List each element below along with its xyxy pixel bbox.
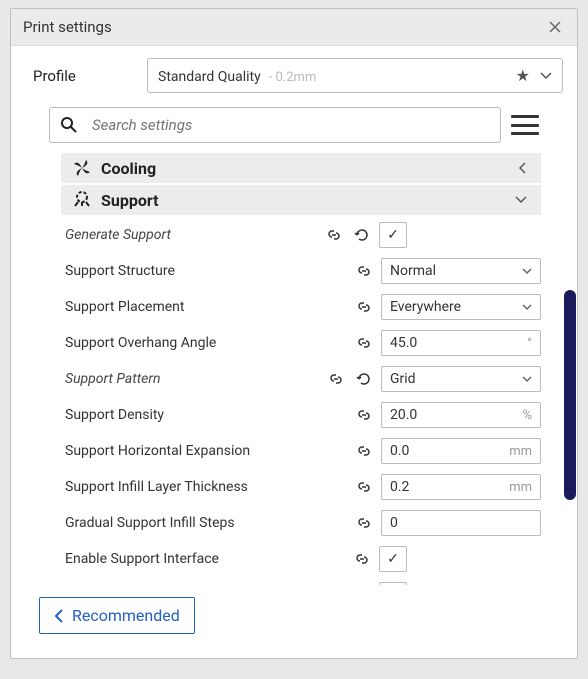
setting-density: Support Density 20.0% <box>61 397 541 433</box>
setting-label: Generate Support <box>61 227 317 243</box>
setting-label: Support Infill Layer Thickness <box>61 479 347 495</box>
checkbox-enable-roof[interactable] <box>379 582 407 585</box>
search-row <box>49 107 539 143</box>
profile-row: Profile Standard Quality - 0.2mm ★ <box>25 58 563 93</box>
close-icon <box>549 21 561 33</box>
link-icon[interactable] <box>351 584 373 585</box>
setting-placement: Support Placement Everywhere <box>61 289 541 325</box>
setting-label: Support Pattern <box>61 371 319 387</box>
setting-label: Enable Support Interface <box>61 551 345 567</box>
setting-label: Support Density <box>61 407 347 423</box>
recommended-button[interactable]: Recommended <box>39 597 195 634</box>
profile-label: Profile <box>25 67 135 85</box>
setting-label: Support Horizontal Expansion <box>61 443 347 459</box>
setting-enable-roof: Enable Support Roof <box>61 577 541 585</box>
setting-structure: Support Structure Normal <box>61 253 541 289</box>
setting-label: Support Placement <box>61 299 347 315</box>
close-button[interactable] <box>545 17 565 37</box>
setting-label: Gradual Support Infill Steps <box>61 515 347 531</box>
link-icon[interactable] <box>325 368 347 390</box>
settings-scroll[interactable]: Cooling Support Generate Support <box>61 153 541 585</box>
print-settings-panel: Print settings Profile Standard Quality … <box>10 8 578 659</box>
link-icon[interactable] <box>353 512 375 534</box>
link-icon[interactable] <box>353 404 375 426</box>
setting-infill-thick: Support Infill Layer Thickness 0.2mm <box>61 469 541 505</box>
recommended-label: Recommended <box>72 606 180 625</box>
reset-icon[interactable] <box>353 368 375 390</box>
profile-select[interactable]: Standard Quality - 0.2mm ★ <box>147 58 563 93</box>
star-icon[interactable]: ★ <box>516 66 530 85</box>
section-title: Support <box>101 191 515 210</box>
section-title: Cooling <box>101 159 519 178</box>
link-icon[interactable] <box>351 548 373 570</box>
setting-horiz-exp: Support Horizontal Expansion 0.0mm <box>61 433 541 469</box>
chevron-down-icon <box>540 72 552 80</box>
link-icon[interactable] <box>353 260 375 282</box>
link-icon[interactable] <box>353 332 375 354</box>
search-input[interactable] <box>92 116 490 134</box>
link-icon[interactable] <box>323 224 345 246</box>
search-icon <box>60 116 78 134</box>
setting-overhang: Support Overhang Angle 45.0° <box>61 325 541 361</box>
search-box[interactable] <box>49 107 501 143</box>
setting-pattern: Support Pattern Grid <box>61 361 541 397</box>
link-icon[interactable] <box>353 296 375 318</box>
dropdown-pattern[interactable]: Grid <box>381 366 541 392</box>
checkbox-enable-interface[interactable] <box>379 546 407 572</box>
profile-name: Standard Quality <box>158 69 261 85</box>
input-gradual-steps[interactable]: 0 <box>381 510 541 536</box>
menu-button[interactable] <box>511 113 539 137</box>
fan-icon <box>69 158 95 178</box>
link-icon[interactable] <box>353 440 375 462</box>
section-cooling[interactable]: Cooling <box>61 153 541 183</box>
section-support[interactable]: Support <box>61 185 541 215</box>
profile-hint: - 0.2mm <box>269 70 317 85</box>
titlebar: Print settings <box>11 9 577 46</box>
link-icon[interactable] <box>353 476 375 498</box>
panel-content: Profile Standard Quality - 0.2mm ★ <box>11 46 577 658</box>
input-horiz-exp[interactable]: 0.0mm <box>381 438 541 464</box>
setting-label: Support Overhang Angle <box>61 335 347 351</box>
setting-enable-interface: Enable Support Interface <box>61 541 541 577</box>
chevron-left-icon <box>54 609 64 623</box>
dropdown-structure[interactable]: Normal <box>381 258 541 284</box>
checkbox-generate-support[interactable] <box>379 222 407 248</box>
setting-generate-support: Generate Support <box>61 217 541 253</box>
support-icon <box>69 190 95 210</box>
panel-title: Print settings <box>23 18 112 36</box>
setting-gradual-steps: Gradual Support Infill Steps 0 <box>61 505 541 541</box>
input-overhang[interactable]: 45.0° <box>381 330 541 356</box>
hamburger-icon <box>511 115 539 118</box>
reset-icon[interactable] <box>351 224 373 246</box>
input-density[interactable]: 20.0% <box>381 402 541 428</box>
dropdown-placement[interactable]: Everywhere <box>381 294 541 320</box>
scrollbar-thumb[interactable] <box>564 290 576 500</box>
chevron-left-icon <box>519 162 533 174</box>
setting-label: Support Structure <box>61 263 347 279</box>
footer: Recommended <box>25 585 563 646</box>
input-infill-thick[interactable]: 0.2mm <box>381 474 541 500</box>
chevron-down-icon <box>515 196 533 204</box>
